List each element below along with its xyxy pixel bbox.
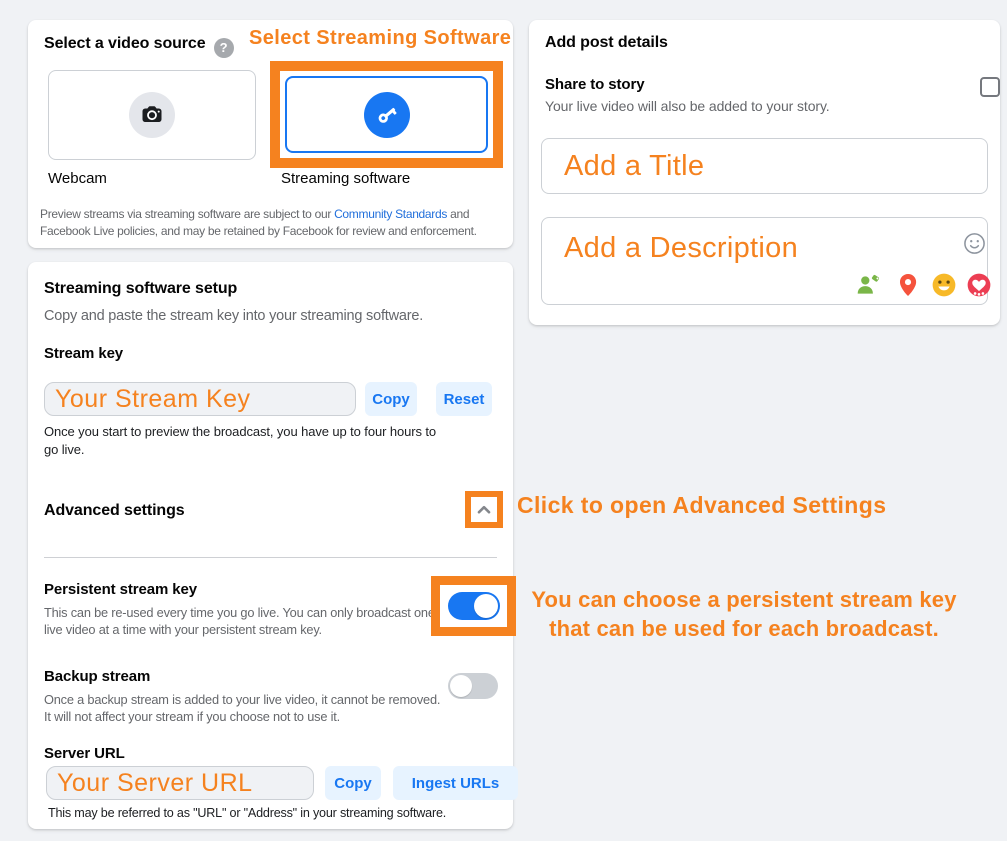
tag-people-button[interactable] (855, 272, 881, 298)
fundraiser-button[interactable] (966, 272, 992, 298)
setup-title: Streaming software setup (44, 280, 237, 298)
feeling-activity-button[interactable] (931, 272, 957, 298)
description-input[interactable]: Add a Description (541, 217, 988, 305)
stream-key-icon (364, 92, 410, 138)
backup-stream-title: Backup stream (44, 668, 150, 685)
emoji-picker-button[interactable] (963, 232, 986, 255)
copy-server-url-button[interactable]: Copy (325, 766, 381, 800)
server-url-note: This may be referred to as "URL" or "Add… (48, 806, 508, 820)
persistent-stream-key-description: This can be re-used every time you go li… (44, 604, 456, 638)
check-in-button[interactable] (895, 272, 921, 298)
video-source-card: Select a video source? (28, 20, 513, 248)
streaming-option-highlight-box (270, 61, 503, 168)
description-placeholder: Add a Description (564, 232, 798, 265)
server-url-label: Server URL (44, 745, 125, 762)
advanced-settings-highlight-box (465, 491, 503, 528)
feeling-activity-icon (931, 272, 957, 298)
fundraiser-heart-icon (966, 272, 992, 298)
post-details-title: Add post details (545, 34, 668, 52)
backup-stream-description: Once a backup stream is added to your li… (44, 691, 450, 725)
check-in-location-icon (895, 272, 921, 298)
backup-stream-toggle[interactable] (448, 673, 498, 699)
stream-key-note: Once you start to preview the broadcast,… (44, 423, 436, 459)
server-url-input[interactable] (46, 766, 314, 800)
title-placeholder: Add a Title (564, 150, 704, 183)
share-to-story-title: Share to story (545, 76, 644, 93)
community-standards-link[interactable]: Community Standards (334, 207, 447, 221)
annotation-select-streaming-software: Select Streaming Software (249, 27, 511, 50)
reset-stream-key-button[interactable]: Reset (436, 382, 492, 416)
annotation-persistent-key: You can choose a persistent stream key t… (518, 585, 970, 643)
ingest-urls-button[interactable]: Ingest URLs (393, 766, 518, 800)
annotation-open-advanced-settings: Click to open Advanced Settings (517, 492, 886, 519)
chevron-up-icon (476, 502, 492, 518)
advanced-settings-divider (44, 557, 497, 558)
persistent-stream-key-title: Persistent stream key (44, 581, 197, 598)
streaming-software-option[interactable] (285, 76, 488, 153)
help-icon[interactable]: ? (214, 38, 234, 58)
camera-icon (129, 92, 175, 138)
copy-stream-key-button[interactable]: Copy (365, 382, 417, 416)
persistent-stream-key-toggle[interactable] (448, 592, 500, 620)
share-to-story-checkbox[interactable] (980, 77, 1000, 97)
streaming-disclaimer: Preview streams via streaming software a… (40, 206, 510, 240)
setup-subtitle: Copy and paste the stream key into your … (44, 308, 423, 324)
streaming-software-label: Streaming software (281, 170, 410, 187)
persistent-toggle-highlight-box (431, 576, 516, 636)
video-source-title: Select a video source? (44, 35, 234, 58)
post-details-card: Add post details Share to story Your liv… (529, 20, 1000, 325)
collapse-advanced-settings-button[interactable] (471, 497, 497, 522)
webcam-option[interactable] (48, 70, 256, 160)
stream-key-label: Stream key (44, 345, 123, 362)
title-input[interactable]: Add a Title (541, 138, 988, 194)
advanced-settings-title: Advanced settings (44, 502, 185, 520)
tag-people-icon (855, 272, 881, 298)
emoji-smiley-outline-icon (963, 232, 986, 255)
share-to-story-description: Your live video will also be added to yo… (545, 98, 830, 114)
streaming-setup-card: Streaming software setup Copy and paste … (28, 262, 513, 829)
page: Select a video source? (0, 0, 1007, 841)
stream-key-input[interactable] (44, 382, 356, 416)
webcam-label: Webcam (48, 170, 107, 187)
